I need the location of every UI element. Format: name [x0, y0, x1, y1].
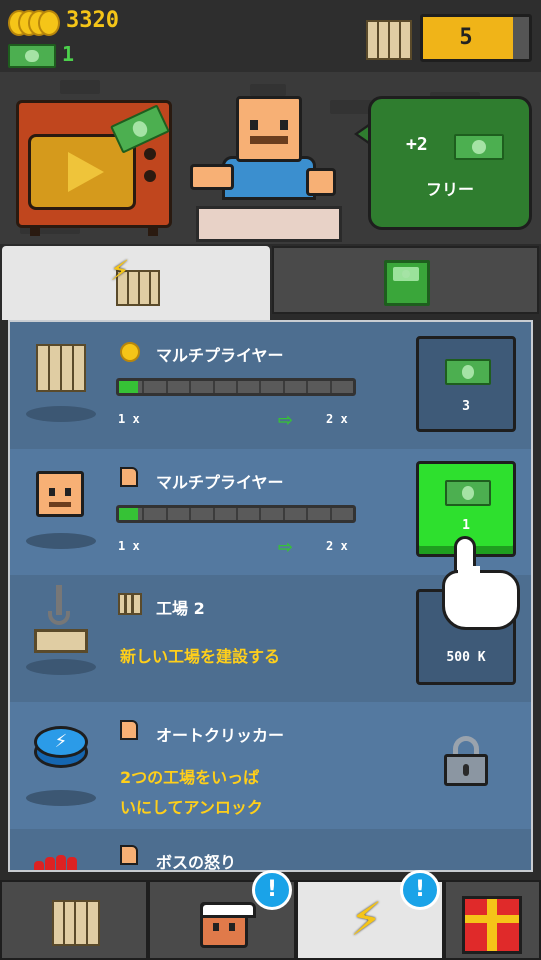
factory-count: 5: [459, 25, 473, 50]
lock-icon: [444, 736, 488, 786]
top-hud: 3320 1 5: [0, 0, 541, 72]
upgrade-progress-bar: [116, 505, 356, 523]
tutorial-pointer-hand-icon: [442, 536, 522, 632]
progress-segment-divider: [259, 508, 262, 520]
nav-gifts[interactable]: [444, 880, 541, 960]
lightning-factory-icon: ⚡: [110, 254, 160, 306]
coin-stack-icon: [8, 10, 60, 36]
arrow-right-icon: ⇨: [278, 410, 294, 431]
upgrade-progress-bar: [116, 378, 356, 396]
cash-icon: [445, 480, 491, 506]
upgrade-description: 新しい工場を建設する: [120, 647, 281, 666]
progress-segment-divider: [236, 381, 238, 393]
boss-character[interactable]: [188, 96, 348, 242]
crane-icon: [34, 585, 88, 655]
upgrade-progress-fill: [119, 381, 138, 393]
progress-segment-divider: [236, 508, 238, 520]
boss-rage-icon: [34, 853, 86, 870]
free-cash-offer-bubble[interactable]: +2 フリー: [336, 96, 534, 230]
upgrade-title: マルチプライヤー: [156, 346, 284, 365]
factory-small-icon: [118, 593, 142, 615]
coin-icon: [120, 342, 140, 362]
nav-boosts[interactable]: ⚡ !: [296, 870, 444, 960]
progress-segment-divider: [259, 381, 262, 393]
multiplier-from: 1 x: [118, 539, 140, 553]
progress-segment-divider: [329, 508, 332, 520]
price-label: 3: [462, 399, 470, 414]
factory-scene: +2 フリー: [0, 72, 541, 244]
buy-button[interactable]: 3: [416, 336, 516, 432]
auto-click-button-icon: ⚡: [34, 726, 88, 770]
cash-stack-icon: [384, 260, 430, 306]
progress-segment-divider: [165, 508, 168, 520]
upgrade-description: いにしてアンロック: [120, 798, 263, 817]
factory-hud-icon: [366, 14, 412, 60]
nav-factories[interactable]: [0, 880, 148, 960]
boss-face-icon: [36, 471, 84, 517]
upgrade-row-boss-rage: ボスの怒り: [10, 829, 531, 872]
arrow-right-icon: ⇨: [278, 537, 294, 558]
upgrade-title: オートクリッカー: [156, 726, 285, 745]
upgrade-description: 2つの工場をいっぱ: [120, 768, 260, 787]
tab-cash-shop[interactable]: [272, 246, 539, 314]
nav-managers[interactable]: !: [148, 870, 296, 960]
cash-count: 1: [62, 42, 75, 66]
flag-icon: [120, 467, 138, 487]
progress-segment-divider: [282, 508, 285, 520]
cash-icon: [445, 359, 491, 385]
progress-segment-divider: [189, 508, 192, 520]
gift-icon: [462, 896, 522, 954]
play-icon: [68, 152, 104, 192]
upgrade-title: マルチプライヤー: [156, 473, 284, 492]
progress-segment-divider: [212, 508, 215, 520]
progress-segment-divider: [282, 381, 285, 393]
bottom-nav: ! ⚡ !: [0, 870, 541, 960]
upgrade-row-factory-multiplier: マルチプライヤー 1 x ⇨ 2 x 3: [10, 322, 531, 449]
multiplier-to: 2 x: [326, 539, 348, 553]
factory-icon: [52, 898, 100, 946]
progress-segment-divider: [306, 508, 309, 520]
progress-segment-divider: [189, 381, 192, 393]
worker-face-icon: [200, 902, 256, 948]
multiplier-to: 2 x: [326, 412, 348, 426]
notification-badge: !: [252, 870, 292, 910]
watch-video-tv-button[interactable]: [16, 100, 172, 236]
progress-segment-divider: [142, 381, 145, 393]
upgrade-title: 工場 2: [156, 599, 205, 618]
progress-segment-divider: [306, 381, 309, 393]
progress-segment-divider: [329, 381, 332, 393]
lightning-icon: ⚡: [350, 892, 383, 946]
factory-progress-bar: 5: [420, 14, 532, 62]
cash-icon: [454, 134, 504, 160]
flag-icon: [120, 845, 138, 865]
free-label: フリー: [425, 180, 474, 199]
factory-icon: [36, 342, 86, 392]
progress-segment-divider: [212, 381, 215, 393]
tab-boosts[interactable]: ⚡: [2, 246, 270, 320]
bonus-amount: +2: [406, 134, 428, 155]
flag-icon: [120, 720, 138, 740]
cash-icon: [8, 44, 56, 68]
progress-segment-divider: [165, 381, 168, 393]
coin-count: 3320: [66, 8, 119, 33]
notification-badge: !: [400, 870, 440, 910]
multiplier-from: 1 x: [118, 412, 140, 426]
upgrade-progress-fill: [119, 508, 138, 520]
upgrade-title: ボスの怒り: [156, 853, 237, 872]
price-label: 500 K: [446, 650, 486, 665]
price-label: 1: [462, 518, 470, 533]
progress-segment-divider: [142, 508, 145, 520]
upgrade-row-auto-clicker: ⚡ オートクリッカー 2つの工場をいっぱ いにしてアンロック: [10, 702, 531, 829]
